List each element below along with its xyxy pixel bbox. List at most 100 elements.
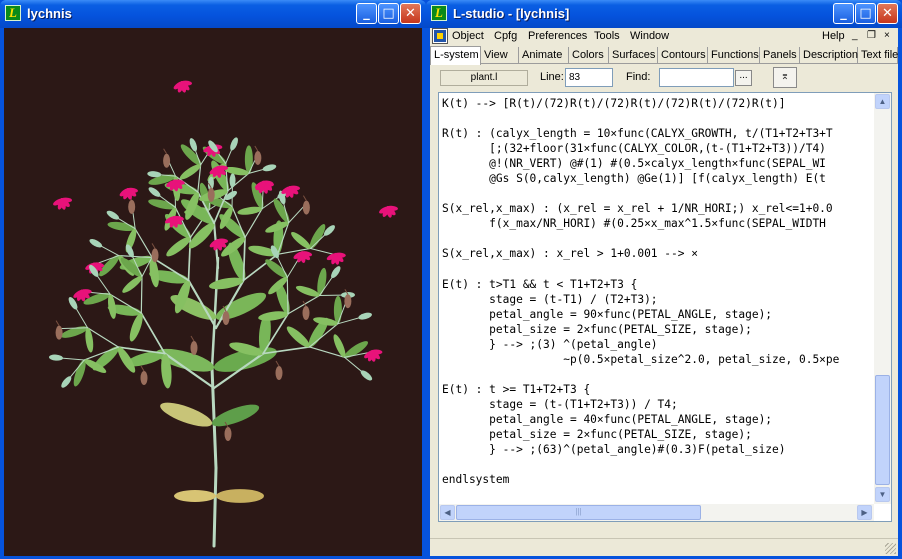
maximize-button[interactable]: □ <box>378 3 399 24</box>
document-icon[interactable] <box>432 28 448 44</box>
stem-segment <box>210 366 218 470</box>
tab-view[interactable]: View <box>481 47 519 64</box>
leaf <box>166 236 191 257</box>
stem-segment <box>134 228 153 259</box>
editor-tab-strip: L-system View Animate Colors Surfaces Co… <box>430 46 898 65</box>
stem-segment <box>212 466 218 548</box>
menu-tools[interactable]: Tools <box>594 30 620 42</box>
menu-preferences[interactable]: Preferences <box>528 30 587 42</box>
scroll-left-arrow-icon[interactable]: ◀ <box>440 505 455 520</box>
capsule-tip <box>190 335 195 342</box>
status-bar <box>430 538 898 556</box>
lychnis-plant-render <box>48 80 398 548</box>
scroll-down-arrow-icon[interactable]: ▼ <box>875 487 890 502</box>
leaf <box>211 404 260 427</box>
code-line: E(t) : t >= T1+T2+T3 { <box>442 382 591 396</box>
flower-bud <box>358 312 372 320</box>
scroll-up-arrow-icon[interactable]: ▲ <box>875 94 890 109</box>
code-line: petal_size = 2×func(PETAL_SIZE, stage); <box>442 322 752 336</box>
tab-surfaces[interactable]: Surfaces <box>609 47 658 64</box>
leaf <box>60 326 88 338</box>
code-line: } --> ;(3) ^(petal_angle) <box>442 337 658 351</box>
menu-bar: Object Cpfg Preferences Tools Window Hel… <box>430 28 898 46</box>
plant-window-title: lychnis <box>27 6 72 21</box>
find-label: Find: <box>626 71 651 83</box>
tab-animate[interactable]: Animate <box>519 47 569 64</box>
menu-window[interactable]: Window <box>630 30 669 42</box>
flower-bud <box>89 238 103 248</box>
leaf <box>216 489 264 503</box>
find-field[interactable] <box>659 68 734 87</box>
leaf <box>244 145 253 174</box>
plant-render-canvas[interactable] <box>4 28 422 556</box>
close-button[interactable]: ✕ <box>877 3 898 24</box>
scroll-right-arrow-icon[interactable]: ▶ <box>857 505 872 520</box>
leaf <box>333 334 346 358</box>
lstudio-window-title: L-studio - [lychnis] <box>453 6 570 21</box>
line-number-field[interactable]: 83 <box>565 68 613 87</box>
horizontal-scrollbar[interactable]: ◀ ||| ▶ <box>439 504 874 521</box>
menu-help[interactable]: Help <box>822 30 845 42</box>
resize-grip-icon[interactable] <box>885 543 896 554</box>
browse-button[interactable]: ... <box>735 70 752 86</box>
plant-window-titlebar[interactable]: L lychnis _ □ ✕ <box>0 0 426 28</box>
code-line: f(x_max/NR_HORI) #(0.25×x_max^1.5×func(S… <box>442 217 826 231</box>
capsule-tip <box>140 365 145 372</box>
code-line: E(t) : t>T1 && t < T1+T2+T3 { <box>442 277 638 291</box>
minimize-button[interactable]: _ <box>833 3 854 24</box>
stem-segment <box>140 276 143 314</box>
menu-object[interactable]: Object <box>452 30 484 42</box>
tab-colors[interactable]: Colors <box>569 47 609 64</box>
seed-capsule <box>302 306 310 320</box>
capsule-tip <box>55 320 60 326</box>
menu-cpfg[interactable]: Cpfg <box>494 30 517 42</box>
line-label: Line: <box>540 71 564 83</box>
seed-capsule <box>275 366 283 380</box>
tab-description[interactable]: Description <box>800 47 858 64</box>
capsule-tip <box>151 243 156 249</box>
minimize-button[interactable]: _ <box>356 3 377 24</box>
seed-capsule <box>254 150 262 165</box>
stem-segment <box>140 312 166 355</box>
code-line: [;(32+floor(31×func(CALYX_COLOR,(t-(T1+T… <box>442 142 826 156</box>
flower-bud <box>262 164 277 172</box>
vertical-scrollbar[interactable]: ▲ ▼ <box>874 93 891 504</box>
editor-toolbar: plant.l Line: 83 Find: ... ⌆ <box>430 65 898 91</box>
seed-capsule <box>224 427 232 441</box>
vertical-scroll-thumb[interactable] <box>875 375 890 485</box>
maximize-button[interactable]: □ <box>855 3 876 24</box>
mdi-close-button[interactable]: × <box>884 30 890 41</box>
code-line: petal_size = 2×func(PETAL_SIZE, stage); <box>442 428 752 442</box>
mdi-restore-button[interactable]: ❐ <box>867 30 876 41</box>
leaf <box>333 295 342 324</box>
tab-panels[interactable]: Panels <box>760 47 800 64</box>
lstudio-app-icon: L <box>5 5 21 21</box>
current-file-name: plant.l <box>440 70 528 86</box>
code-line: R(t) : (calyx_length = 10×func(CALYX_GRO… <box>442 127 833 141</box>
tab-contours[interactable]: Contours <box>658 47 708 64</box>
seed-capsule <box>151 248 159 263</box>
code-editor[interactable]: K(t) --> [R(t)/(72)R(t)/(72)R(t)/(72)R(t… <box>438 92 892 522</box>
leaf <box>286 326 310 348</box>
code-text[interactable]: K(t) --> [R(t)/(72)R(t)/(72)R(t)/(72)R(t… <box>442 96 870 502</box>
horizontal-scroll-thumb[interactable]: ||| <box>456 505 701 520</box>
close-button[interactable]: ✕ <box>400 3 421 24</box>
capsule-tip <box>302 195 307 201</box>
code-line: endlsystem <box>442 473 510 487</box>
tab-l-system[interactable]: L-system <box>430 46 481 65</box>
tab-functions[interactable]: Functions <box>708 47 760 64</box>
tab-text-file[interactable]: Text file <box>858 47 898 64</box>
flower-bud <box>106 210 120 220</box>
lstudio-window: L L-studio - [lychnis] _ □ ✕ Object Cpfg… <box>426 0 902 559</box>
lstudio-client-area: Object Cpfg Preferences Tools Window Hel… <box>430 28 898 556</box>
toolbar-action-button[interactable]: ⌆ <box>773 67 797 88</box>
lstudio-app-icon: L <box>431 5 447 21</box>
seed-capsule <box>55 325 63 340</box>
mdi-minimize-button[interactable]: _ <box>852 30 858 41</box>
lstudio-titlebar[interactable]: L L-studio - [lychnis] _ □ ✕ <box>426 0 902 28</box>
plant-window: L lychnis _ □ ✕ <box>0 0 426 559</box>
